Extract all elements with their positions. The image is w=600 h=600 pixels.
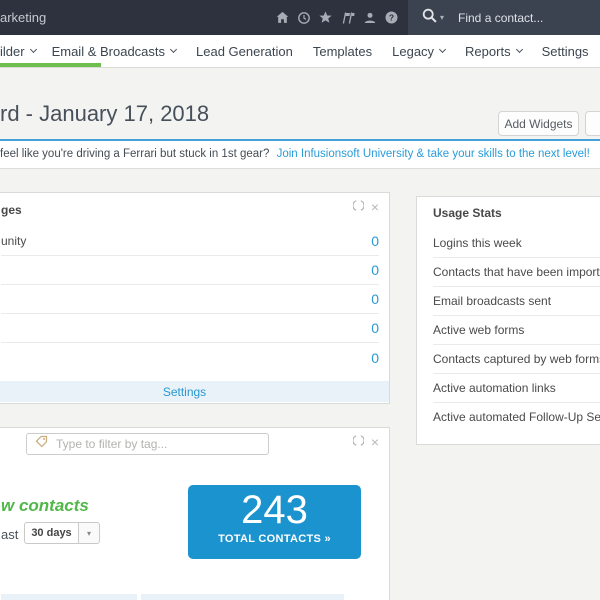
- total-contacts-cta[interactable]: 243 TOTAL CONTACTS »: [188, 485, 361, 559]
- app-viewport: arketing ? ▾ ilder Email & Broadcasts Le…: [0, 0, 600, 600]
- topbar-icon-group: ?: [276, 0, 398, 35]
- usage-stats-widget: Usage Stats Logins this week Contacts th…: [416, 196, 600, 445]
- svg-text:?: ?: [389, 12, 394, 22]
- usage-row-logins: Logins this week: [433, 235, 522, 250]
- stats-row-value[interactable]: 0: [371, 233, 379, 249]
- nav-item-reports[interactable]: Reports: [465, 44, 523, 59]
- refresh-icon[interactable]: [352, 198, 365, 216]
- search-icon[interactable]: [422, 8, 437, 28]
- stats-row-value[interactable]: 0: [371, 262, 379, 278]
- contacts-widget-footer-cell[interactable]: [1, 594, 137, 600]
- active-tab-underline: [0, 63, 101, 67]
- stats-row: 0: [1, 256, 379, 285]
- nav-item-email-broadcasts[interactable]: Email & Broadcasts: [52, 44, 178, 59]
- new-contacts-headline: w contacts: [1, 496, 89, 515]
- clock-icon[interactable]: [298, 11, 310, 24]
- chevron-down-icon: [439, 45, 447, 54]
- usage-row-email-broadcasts: Email broadcasts sent: [433, 286, 600, 315]
- star-icon[interactable]: [319, 11, 332, 24]
- secondary-header-button-cutoff[interactable]: [585, 111, 600, 136]
- stats-row: 0: [1, 285, 379, 314]
- stats-row-value[interactable]: 0: [371, 350, 379, 366]
- usage-row-contacts-imported: Contacts that have been imported: [433, 257, 600, 286]
- nav-item-templates[interactable]: Templates: [313, 44, 372, 59]
- tag-filter-box: [26, 433, 269, 455]
- nav-item-legacy[interactable]: Legacy: [392, 44, 447, 59]
- promo-banner: feel like you're driving a Ferrari but s…: [0, 139, 600, 169]
- close-icon[interactable]: ×: [371, 435, 379, 449]
- chevron-down-icon: [515, 45, 523, 54]
- stats-widget-footer: Settings: [0, 381, 389, 402]
- banner-university-link[interactable]: Join Infusionsoft University & take your…: [277, 148, 590, 160]
- tag-icon: [35, 435, 48, 453]
- refresh-icon[interactable]: [352, 433, 365, 451]
- contact-search-bar: ▾: [408, 0, 600, 35]
- contacts-widget-footer-cell[interactable]: [141, 594, 344, 600]
- home-icon[interactable]: [276, 11, 289, 24]
- stats-row: 0: [1, 314, 379, 343]
- range-value[interactable]: 30 days: [24, 522, 79, 544]
- top-navbar: arketing ? ▾: [0, 0, 600, 35]
- contacts-widget: × ts w contacts ast 30 days ▾ 243 TOTAL …: [0, 427, 390, 600]
- stats-row-label: unity: [1, 234, 27, 248]
- banner-message: feel like you're driving a Ferrari but s…: [0, 148, 270, 160]
- nav-item-lead-generation[interactable]: Lead Generation: [196, 44, 293, 59]
- stats-row-value[interactable]: 0: [371, 291, 379, 307]
- chevron-down-icon: [29, 45, 37, 54]
- stats-settings-link[interactable]: Settings: [163, 385, 206, 399]
- widget-controls: ×: [352, 433, 379, 451]
- usage-stats-title: Usage Stats: [433, 205, 502, 220]
- stats-row: unity 0: [1, 227, 379, 256]
- stats-widget-title: ges: [1, 203, 22, 217]
- chevron-down-icon: [169, 45, 178, 54]
- brand-label: arketing: [0, 10, 47, 25]
- stats-widget: × ges unity 0 0 0 0 0 Settings: [0, 192, 390, 404]
- user-icon[interactable]: [364, 12, 376, 24]
- add-widgets-button[interactable]: Add Widgets: [498, 111, 579, 136]
- usage-row-contacts-captured: Contacts captured by web forms: [433, 344, 600, 373]
- nav-item-builder[interactable]: ilder: [0, 44, 37, 59]
- usage-row-followup-sequences: Active automated Follow-Up Sequen: [433, 402, 600, 431]
- caret-down-icon[interactable]: ▾: [79, 522, 100, 544]
- help-icon[interactable]: ?: [385, 11, 398, 24]
- flags-icon[interactable]: [341, 11, 355, 24]
- main-nav: ilder Email & Broadcasts Lead Generation…: [0, 35, 600, 68]
- stats-row-value[interactable]: 0: [371, 320, 379, 336]
- usage-row-active-web-forms: Active web forms: [433, 315, 600, 344]
- range-select[interactable]: 30 days ▾: [24, 522, 100, 544]
- usage-row-automation-links: Active automation links: [433, 373, 600, 402]
- close-icon[interactable]: ×: [371, 200, 379, 214]
- tag-filter-input[interactable]: [56, 437, 236, 451]
- total-contacts-value: 243: [241, 488, 308, 532]
- page-title: rd - January 17, 2018: [0, 101, 210, 126]
- widget-controls: ×: [352, 198, 379, 216]
- nav-item-settings[interactable]: Settings: [542, 44, 589, 59]
- range-prefix-label: ast: [1, 527, 19, 542]
- find-contact-input[interactable]: [458, 10, 574, 25]
- stats-row: 0: [1, 343, 379, 372]
- total-contacts-label: TOTAL CONTACTS »: [218, 533, 331, 545]
- search-type-caret-icon[interactable]: ▾: [440, 13, 444, 22]
